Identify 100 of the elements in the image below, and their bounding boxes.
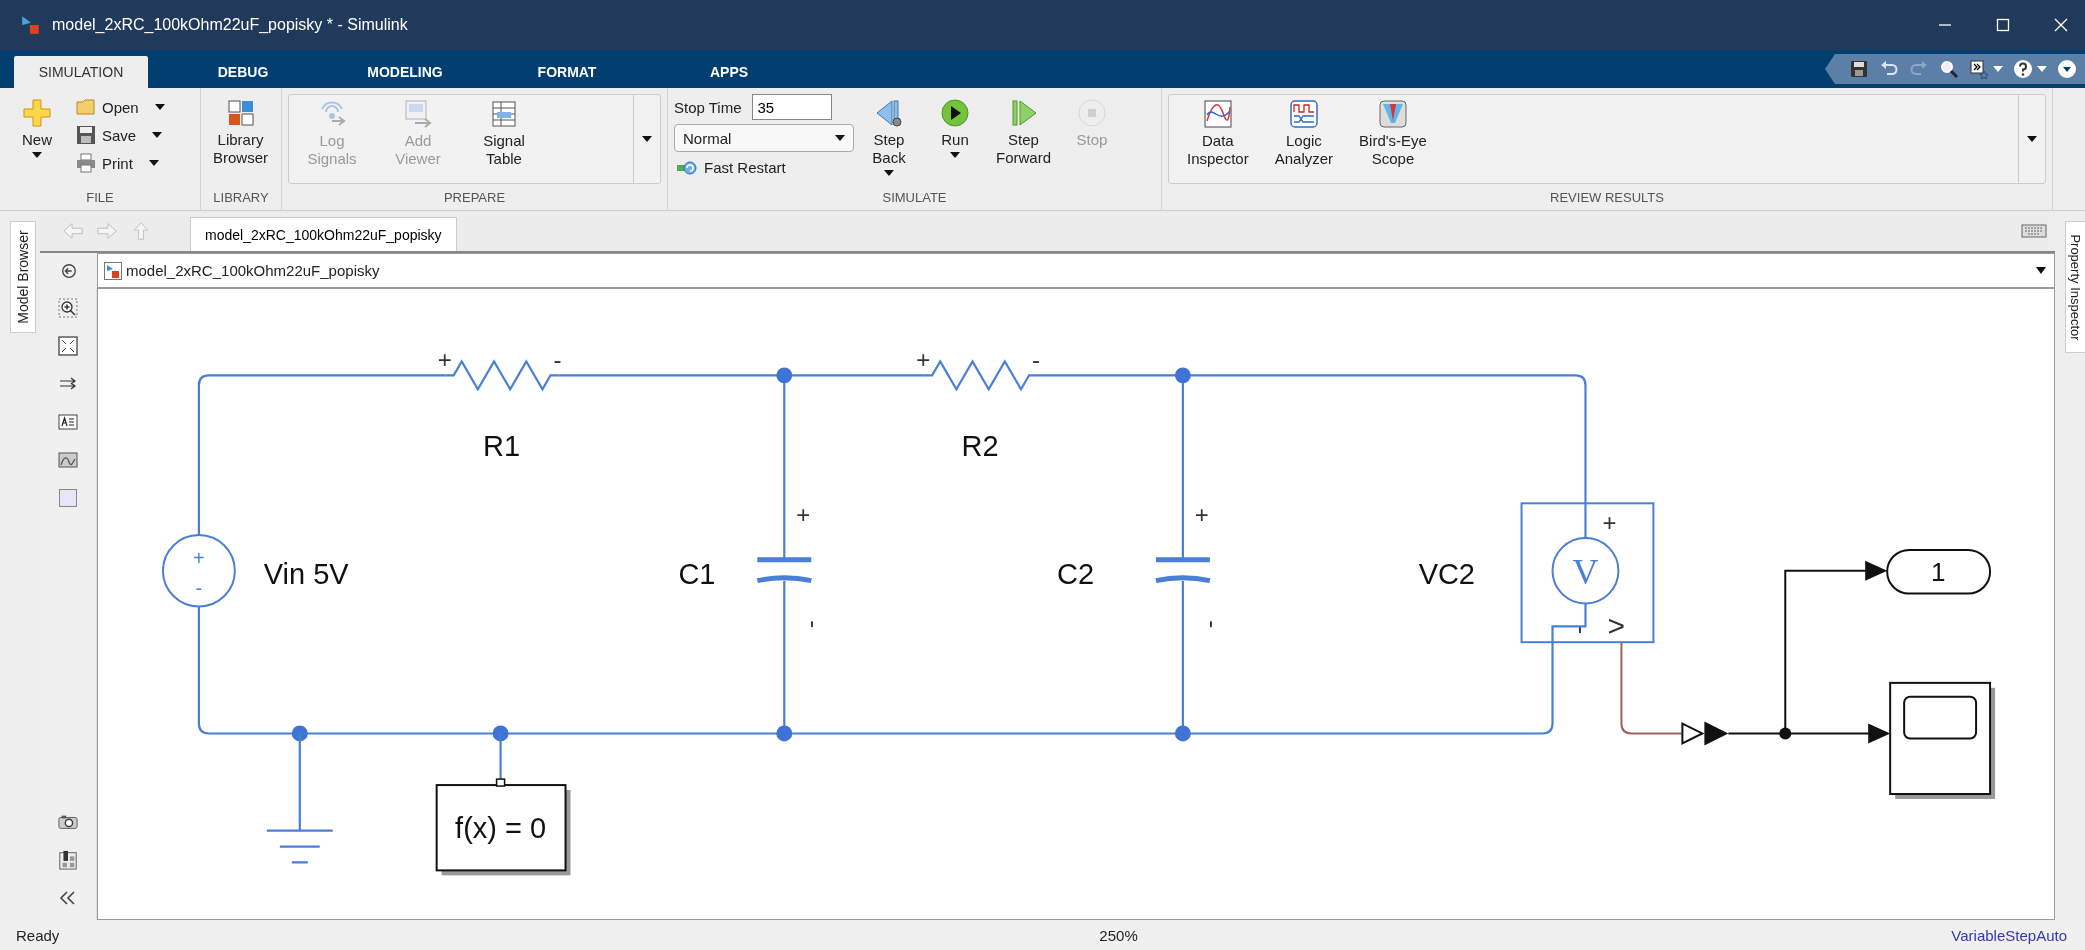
zoom-level: 250%: [1099, 926, 1138, 944]
data-inspector-icon: [1202, 99, 1233, 129]
caret-icon: [642, 136, 652, 142]
ribbon-button[interactable]: Logic Analyzer: [1268, 95, 1340, 172]
stop-time-field[interactable]: 35: [751, 94, 832, 120]
library-icon: [225, 98, 256, 128]
block-label: VC2: [1418, 557, 1475, 590]
section-title: SIMULATE: [881, 189, 948, 207]
model-browser-tab[interactable]: Model Browser: [10, 221, 36, 333]
ribbon-tab[interactable]: SIMULATION: [14, 56, 148, 88]
open-button[interactable]: Open: [72, 94, 169, 120]
area-icon[interactable]: [58, 488, 78, 508]
ribbon-button[interactable]: Step Back: [858, 94, 920, 180]
junction-dot: [776, 367, 793, 384]
zoom-icon[interactable]: [58, 298, 78, 318]
outport-label: 1: [1930, 557, 1946, 586]
caret-icon[interactable]: [154, 104, 165, 110]
block-label: Vin 5V: [263, 557, 349, 590]
caret-icon: [950, 152, 960, 158]
port-label: -: [801, 620, 829, 629]
ribbon-tab[interactable]: MODELING: [324, 56, 486, 88]
folder-icon: [76, 97, 96, 117]
ribbon-button[interactable]: Run: [924, 94, 986, 162]
port-label: -: [1199, 620, 1227, 629]
plus-icon: [22, 98, 52, 128]
port-label: +: [796, 501, 811, 529]
shortcut-icon[interactable]: [1969, 59, 1989, 79]
ribbon-button[interactable]: Bird's-Eye Scope: [1353, 95, 1433, 172]
simulation-mode-dropdown[interactable]: Normal: [674, 124, 854, 152]
converter-port: [1681, 721, 1729, 746]
voltmeter-label: V: [1572, 551, 1599, 592]
port-label: -: [1569, 626, 1597, 635]
port-label: +: [1602, 509, 1617, 537]
ribbon-tab[interactable]: FORMAT: [486, 56, 648, 88]
ribbon-button[interactable]: Signal Table: [473, 95, 535, 172]
junction-dot: [492, 725, 509, 742]
block-label: R2: [961, 429, 999, 462]
viewer-icon: [403, 99, 433, 129]
fast-restart-button[interactable]: Fast Restart: [674, 156, 854, 179]
layout-icon[interactable]: [58, 850, 78, 870]
save-icon[interactable]: [1849, 59, 1869, 79]
collapse-ribbon-icon[interactable]: [2057, 59, 2077, 79]
table-icon: [489, 99, 519, 129]
editor-tab[interactable]: model_2xRC_100kOhm22uF_popisky: [190, 217, 457, 251]
port-label: >: [1607, 609, 1625, 643]
save-button[interactable]: Save: [72, 122, 169, 148]
caret-icon[interactable]: [148, 160, 159, 166]
section-title: PREPARE: [442, 189, 507, 207]
junction-dot: [776, 725, 793, 742]
fast-restart-icon: [676, 159, 698, 176]
capacitor-symbol: [1153, 557, 1213, 584]
junction-dot: [291, 725, 308, 742]
port-label: -: [1032, 346, 1041, 374]
run-icon: [940, 98, 970, 128]
caret-icon: [835, 135, 845, 141]
print-button[interactable]: Print: [72, 150, 169, 176]
port-label: +: [193, 546, 205, 569]
port-label: -: [553, 346, 562, 374]
model-icon: [104, 261, 122, 280]
block-label: C2: [1057, 557, 1095, 590]
capacitor-symbol: [754, 557, 814, 584]
ribbon-tab[interactable]: DEBUG: [162, 56, 324, 88]
annotation-icon[interactable]: [58, 412, 78, 432]
help-icon[interactable]: [2013, 59, 2033, 79]
app-icon: [20, 14, 42, 36]
image-icon[interactable]: [58, 450, 78, 470]
ribbon-tab[interactable]: APPS: [648, 56, 810, 88]
solver-link[interactable]: VariableStepAuto: [1951, 926, 2067, 944]
address-bar[interactable]: model_2xRC_100kOhm22uF_popisky: [97, 253, 2055, 288]
caret-icon: [884, 170, 894, 176]
caret-icon: [2027, 136, 2037, 142]
block-label: f(x) = 0: [455, 811, 547, 844]
port-label: -: [195, 576, 203, 599]
hide-explorer-icon[interactable]: [59, 261, 78, 280]
block-label: R1: [483, 429, 521, 462]
caret-icon[interactable]: [152, 132, 163, 138]
library-browser-button[interactable]: Library Browser: [207, 94, 274, 171]
maximize-icon[interactable]: [1995, 17, 2011, 33]
new-button[interactable]: New: [6, 94, 68, 162]
branch-dot: [1779, 727, 1792, 740]
stop-icon: [1077, 98, 1107, 128]
port-label: +: [1194, 501, 1209, 529]
ribbon-button[interactable]: Data Inspector: [1181, 95, 1255, 172]
search-icon[interactable]: [1939, 59, 1959, 79]
window-title: model_2xRC_100kOhm22uF_popisky * - Simulink: [52, 16, 408, 34]
stop-time-label: Stop Time: [674, 98, 742, 116]
status-text: Ready: [16, 926, 60, 944]
caret-icon: [32, 152, 42, 158]
ribbon-button[interactable]: Step Forward: [990, 94, 1057, 171]
property-inspector-tab[interactable]: Property Inspector: [2065, 221, 2085, 353]
logic-analyzer-icon: [1288, 99, 1319, 129]
fit-view-icon[interactable]: [58, 336, 78, 356]
close-icon[interactable]: [2053, 17, 2069, 33]
block-label: C1: [678, 557, 716, 590]
port-label: +: [437, 346, 452, 374]
section-title: REVIEW RESULTS: [1549, 189, 1665, 207]
caret-icon[interactable]: [2036, 267, 2046, 274]
port-label: +: [916, 346, 931, 374]
scope-icon: [1378, 99, 1408, 129]
section-title: LIBRARY: [212, 189, 270, 207]
